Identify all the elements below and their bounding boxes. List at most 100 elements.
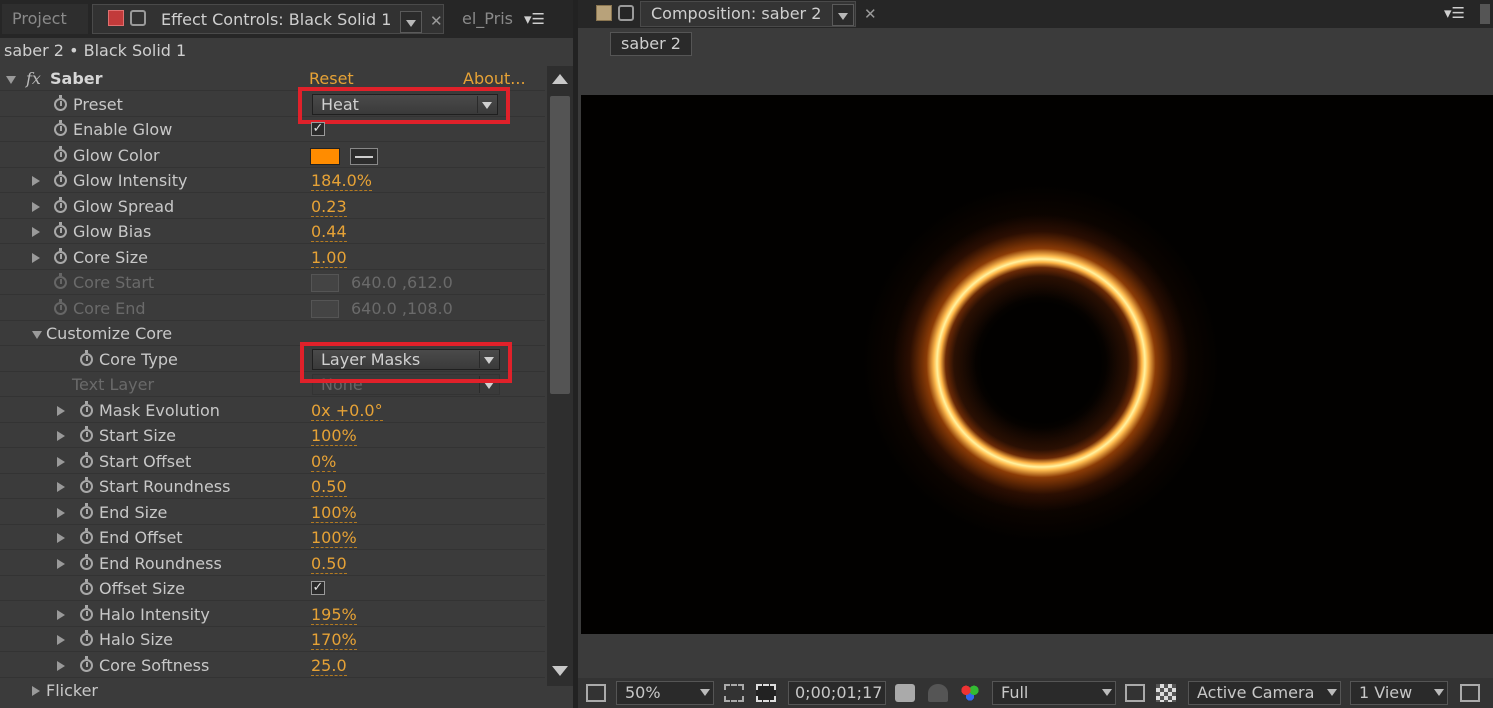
resolution-select[interactable]: Full: [992, 681, 1116, 705]
stopwatch-icon[interactable]: [80, 630, 93, 646]
property-row-halo-intensity: Halo Intensity 195%: [0, 602, 545, 627]
expand-triangle-icon[interactable]: [32, 227, 40, 237]
composition-dropdown-icon[interactable]: [832, 4, 854, 26]
expand-triangle-icon[interactable]: [57, 431, 65, 441]
stopwatch-icon[interactable]: [54, 95, 67, 111]
stopwatch-icon[interactable]: [54, 171, 67, 187]
panel-menu-icon[interactable]: ▾☰: [1444, 4, 1465, 22]
glow-intensity-value[interactable]: 184.0%: [311, 168, 373, 193]
offset-size-checkbox[interactable]: ✓: [311, 581, 325, 595]
stopwatch-icon[interactable]: [80, 350, 93, 366]
expand-triangle-icon[interactable]: [57, 508, 65, 518]
property-row-halo-size: Halo Size 170%: [0, 627, 545, 652]
value-text: 1.00: [311, 248, 347, 268]
collapse-triangle-icon[interactable]: [6, 76, 16, 84]
property-label: Halo Size: [99, 630, 173, 649]
glow-color-swatch[interactable]: [310, 148, 340, 165]
property-label: Preset: [73, 95, 123, 114]
property-row-glow-intensity: Glow Intensity 184.0%: [0, 168, 545, 193]
stopwatch-icon[interactable]: [80, 452, 93, 468]
stopwatch-icon[interactable]: [80, 401, 93, 417]
stopwatch-icon[interactable]: [54, 197, 67, 213]
scrollbar-thumb[interactable]: [550, 96, 570, 394]
expand-triangle-icon[interactable]: [57, 482, 65, 492]
transparency-grid-icon[interactable]: [1156, 684, 1176, 702]
expand-triangle-icon[interactable]: [57, 661, 65, 671]
effect-controls-dropdown-icon[interactable]: [400, 11, 422, 33]
lock-icon[interactable]: [130, 10, 146, 26]
scroll-down-icon[interactable]: [552, 666, 568, 676]
close-icon[interactable]: ✕: [430, 12, 443, 30]
stopwatch-icon[interactable]: [54, 248, 67, 264]
fx-icon[interactable]: fx: [26, 66, 41, 91]
stopwatch-icon[interactable]: [80, 579, 93, 595]
property-label: End Roundness: [99, 554, 222, 573]
stopwatch-icon[interactable]: [80, 554, 93, 570]
property-row-start-roundness: Start Roundness 0.50: [0, 474, 545, 499]
expand-triangle-icon[interactable]: [32, 253, 40, 263]
start-roundness-value[interactable]: 0.50: [311, 474, 347, 499]
expand-triangle-icon[interactable]: [57, 533, 65, 543]
camera-select[interactable]: Active Camera: [1188, 681, 1341, 705]
halo-size-value[interactable]: 170%: [311, 627, 357, 652]
stopwatch-icon[interactable]: [80, 426, 93, 442]
expand-triangle-icon[interactable]: [57, 559, 65, 569]
expand-triangle-icon[interactable]: [57, 406, 65, 416]
property-label: Start Size: [99, 426, 177, 445]
expand-triangle-icon[interactable]: [32, 202, 40, 212]
core-softness-value[interactable]: 25.0: [311, 653, 347, 678]
expand-triangle-icon[interactable]: [32, 686, 40, 696]
composition-viewer[interactable]: [581, 95, 1493, 634]
tab-project[interactable]: Project: [2, 4, 88, 34]
expand-triangle-icon[interactable]: [57, 635, 65, 645]
collapse-triangle-icon[interactable]: [32, 331, 42, 339]
end-offset-value[interactable]: 100%: [311, 525, 357, 550]
left-tab-bar: Project Effect Controls: Black Solid 1 ✕…: [0, 0, 573, 38]
property-row-end-size: End Size 100%: [0, 500, 545, 525]
glow-bias-value[interactable]: 0.44: [311, 219, 347, 244]
eyedropper-icon[interactable]: [350, 148, 378, 165]
property-row-end-offset: End Offset 100%: [0, 525, 545, 550]
scroll-up-icon[interactable]: [552, 74, 568, 84]
expand-triangle-icon[interactable]: [57, 457, 65, 467]
property-label: Glow Spread: [73, 197, 175, 216]
stopwatch-icon[interactable]: [80, 528, 93, 544]
camera-value: Active Camera: [1197, 683, 1315, 702]
start-size-value[interactable]: 100%: [311, 423, 357, 448]
panel-menu-icon[interactable]: ▾☰: [524, 10, 545, 28]
stopwatch-icon[interactable]: [80, 605, 93, 621]
close-icon[interactable]: ✕: [864, 5, 877, 23]
toggle-pixel-aspect-icon[interactable]: [1460, 684, 1480, 702]
mask-evolution-value[interactable]: 0x +0.0°: [311, 398, 383, 423]
show-snapshot-icon[interactable]: [928, 684, 948, 702]
stopwatch-icon[interactable]: [54, 120, 67, 136]
stopwatch-icon[interactable]: [80, 656, 93, 672]
comp-breadcrumb-button[interactable]: saber 2: [610, 32, 692, 56]
stopwatch-icon[interactable]: [80, 477, 93, 493]
title-safe-icon[interactable]: [724, 684, 744, 702]
lock-icon[interactable]: [618, 5, 634, 21]
halo-intensity-value[interactable]: 195%: [311, 602, 357, 627]
enable-glow-checkbox[interactable]: ✓: [311, 122, 325, 136]
region-of-interest-icon[interactable]: [1125, 684, 1145, 702]
stopwatch-icon[interactable]: [80, 503, 93, 519]
camera-snapshot-icon[interactable]: [895, 684, 915, 702]
current-time-display[interactable]: 0;00;01;17: [788, 681, 886, 705]
expand-triangle-icon[interactable]: [57, 610, 65, 620]
stopwatch-icon[interactable]: [54, 146, 67, 162]
color-channels-icon[interactable]: [960, 684, 980, 702]
start-offset-value[interactable]: 0%: [311, 449, 337, 474]
property-row-core-start: Core Start 640.0 ,612.0: [0, 270, 545, 295]
stopwatch-icon[interactable]: [54, 222, 67, 238]
expand-triangle-icon[interactable]: [32, 176, 40, 186]
tab-composition[interactable]: Composition: saber 2: [640, 1, 856, 27]
zoom-select[interactable]: 50%: [616, 681, 714, 705]
core-size-value[interactable]: 1.00: [311, 245, 347, 270]
end-size-value[interactable]: 100%: [311, 500, 357, 525]
property-label: End Offset: [99, 528, 183, 547]
glow-spread-value[interactable]: 0.23: [311, 194, 347, 219]
view-layout-select[interactable]: 1 View: [1350, 681, 1448, 705]
mask-visibility-icon[interactable]: [756, 684, 776, 702]
end-roundness-value[interactable]: 0.50: [311, 551, 347, 576]
always-preview-icon[interactable]: [586, 684, 606, 702]
